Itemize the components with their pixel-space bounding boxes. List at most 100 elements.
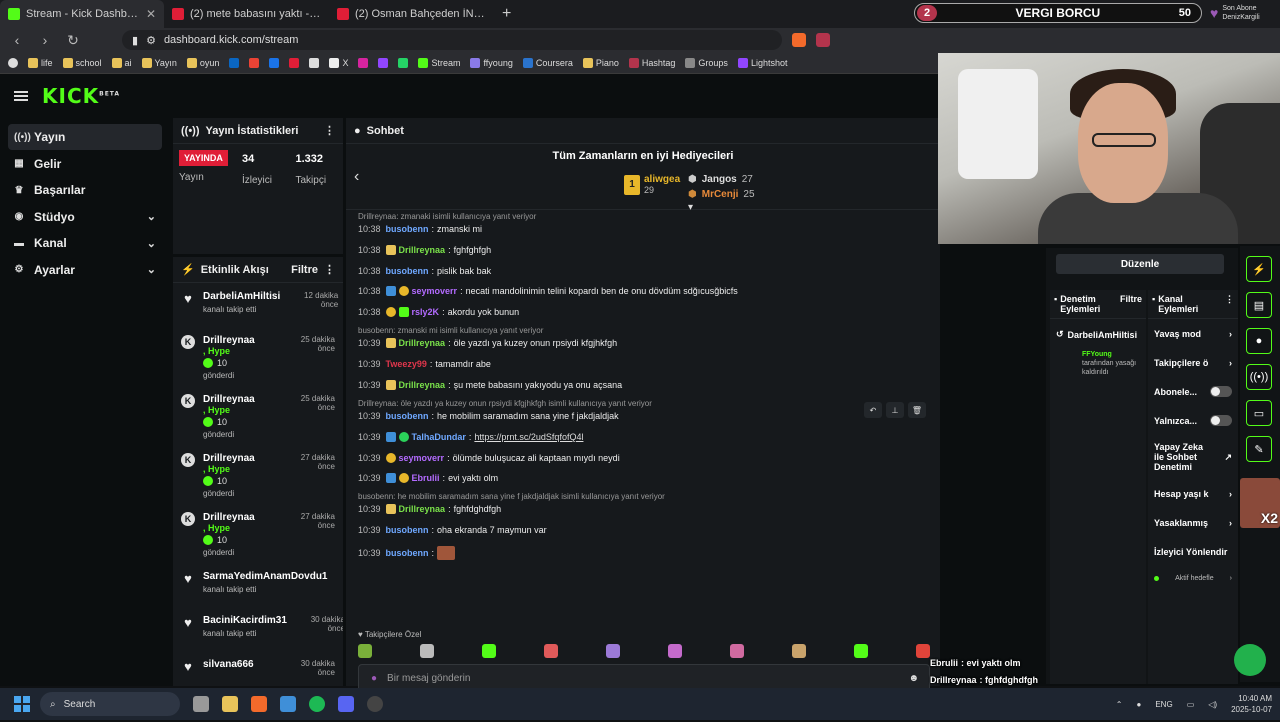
sidebar-item-kanal[interactable]: ▬ Kanal ⌄ bbox=[8, 230, 162, 256]
chat-message[interactable]: 10:39 Tweezy99: tamamdır abe bbox=[358, 359, 491, 369]
volume-icon[interactable]: ◁) bbox=[1208, 700, 1217, 709]
channel-action-item[interactable]: Abonele... bbox=[1148, 377, 1238, 406]
bookmark-whatsapp[interactable] bbox=[398, 57, 409, 68]
bookmark-ai[interactable]: ai bbox=[111, 57, 132, 68]
message-username[interactable]: TalhaDundar bbox=[412, 432, 466, 442]
message-username[interactable]: busobenn bbox=[386, 548, 429, 558]
chevron-left-icon[interactable]: ‹ bbox=[354, 168, 359, 186]
chat-message[interactable]: 10:38 seymoverr: necati mandolinimin telin… bbox=[358, 286, 738, 296]
windows-start-icon[interactable] bbox=[14, 696, 30, 712]
document-icon[interactable]: ▤ bbox=[1246, 292, 1272, 318]
bookmark-lightshot[interactable]: Lightshot bbox=[737, 57, 787, 68]
bookmark-instagram[interactable] bbox=[358, 57, 369, 68]
message-username[interactable]: Drillreynaa bbox=[399, 245, 446, 255]
bookmark-piano[interactable]: Piano bbox=[582, 57, 619, 68]
forward-arrow-icon[interactable]: › bbox=[36, 32, 54, 48]
message-username[interactable]: seymoverr bbox=[399, 453, 445, 463]
back-arrow-icon[interactable]: ‹ bbox=[8, 32, 26, 48]
channel-action-item[interactable]: İzleyici Yönlendir bbox=[1148, 537, 1238, 566]
sidebar-item-ayarlar[interactable]: ⚙ Ayarlar ⌄ bbox=[8, 257, 162, 283]
reload-icon[interactable]: ↻ bbox=[64, 32, 82, 49]
bookmark-linkedin[interactable] bbox=[229, 57, 240, 68]
lightning-icon[interactable]: ⚡ bbox=[1246, 256, 1272, 282]
chat-bubble-icon[interactable]: ● bbox=[1246, 328, 1272, 354]
brave-rewards-icon[interactable] bbox=[816, 33, 830, 47]
chat-message[interactable]: 10:39 TalhaDundar: https://prnt.sc/2udSfqf… bbox=[358, 432, 583, 442]
delete-icon[interactable]: 🗑 bbox=[908, 402, 926, 418]
emote-1[interactable] bbox=[358, 644, 372, 658]
channel-action-item[interactable]: Yalnızca... bbox=[1148, 406, 1238, 435]
emote-10[interactable] bbox=[916, 644, 930, 658]
chat-message[interactable]: 10:39 Drillreynaa: fghfdghdfgh bbox=[358, 504, 501, 514]
emote-4[interactable] bbox=[544, 644, 558, 658]
message-username[interactable]: busobenn bbox=[386, 411, 429, 421]
bookmark-google[interactable] bbox=[8, 57, 18, 68]
clock[interactable]: 10:40 AM 2025-10-07 bbox=[1231, 693, 1272, 715]
language-indicator[interactable]: ENG bbox=[1155, 700, 1172, 709]
emote-8[interactable] bbox=[792, 644, 806, 658]
chat-message[interactable]: 10:39 busobenn: he mobilim saramadım sana … bbox=[358, 411, 619, 421]
bookmark-school[interactable]: school bbox=[62, 57, 102, 68]
chat-message[interactable]: 10:39 Ebrulii: evi yaktı olm bbox=[358, 473, 498, 483]
sidebar-item-gelir[interactable]: ▦ Gelir bbox=[8, 151, 162, 177]
mail-app-icon[interactable] bbox=[280, 696, 296, 712]
bookmark-gmail[interactable] bbox=[249, 57, 260, 68]
bookmark-oyun[interactable]: oyun bbox=[186, 57, 219, 68]
tools-icon[interactable]: ✎ bbox=[1246, 436, 1272, 462]
tab-youtube-1[interactable]: (2) mete babasını yaktı - YouTube bbox=[164, 0, 329, 28]
active-goals-item[interactable]: Aktif hedefle › bbox=[1148, 566, 1238, 590]
message-link[interactable]: https://prnt.sc/2udSfqfofQ4l bbox=[474, 432, 583, 442]
chat-message[interactable]: 10:39 busobenn: bbox=[358, 546, 456, 560]
print-icon[interactable]: ▭ bbox=[1246, 400, 1272, 426]
chat-message[interactable]: 10:39 Drillreynaa: şu mete babasını yakıyo… bbox=[358, 380, 622, 390]
microphone-icon[interactable]: ● bbox=[371, 673, 377, 684]
more-options-icon[interactable]: ⋮ bbox=[324, 263, 335, 276]
bookmark-kick[interactable]: Stream bbox=[418, 57, 460, 68]
bookmark-life[interactable]: life bbox=[28, 57, 53, 68]
channel-action-item[interactable]: Takipçilere ö › bbox=[1148, 348, 1238, 377]
chat-message[interactable]: 10:38 rsly2K: akordu yok bunun bbox=[358, 307, 519, 317]
hamburger-menu-icon[interactable] bbox=[14, 91, 28, 101]
chat-message[interactable]: 10:38 Drillreynaa: fghfghfgh bbox=[358, 245, 491, 255]
message-username[interactable]: Drillreynaa bbox=[399, 380, 446, 390]
kick-logo[interactable]: KICKBETA bbox=[42, 84, 120, 108]
channel-action-item[interactable]: Yapay Zeka ile Sohbet Denetimi ↗ bbox=[1148, 435, 1238, 479]
chat-message[interactable]: 10:38 busobenn: pislik bak bak bbox=[358, 266, 491, 276]
chat-message[interactable]: 10:39 seymoverr: ölümde buluşucaz ali kapt… bbox=[358, 453, 620, 463]
emote-9[interactable] bbox=[854, 644, 868, 658]
edit-layout-button[interactable]: Düzenle bbox=[1056, 254, 1224, 274]
more-options-icon[interactable]: ⋮ bbox=[324, 124, 335, 137]
brave-shield-icon[interactable] bbox=[792, 33, 806, 47]
emote-7[interactable] bbox=[730, 644, 744, 658]
message-username[interactable]: busobenn bbox=[386, 525, 429, 535]
emote-5[interactable] bbox=[606, 644, 620, 658]
chevron-up-icon[interactable]: ⌃ bbox=[1116, 700, 1123, 709]
toggle-switch[interactable] bbox=[1210, 415, 1232, 426]
network-icon[interactable]: ▭ bbox=[1187, 700, 1195, 709]
reply-icon[interactable]: ↶ bbox=[864, 402, 882, 418]
bookmark-yayin[interactable]: Yayın bbox=[141, 57, 177, 68]
bookmark-hashtag[interactable]: Hashtag bbox=[628, 57, 675, 68]
bookmark-icon[interactable]: ▮ bbox=[132, 34, 138, 47]
spotify-app-icon[interactable] bbox=[309, 696, 325, 712]
message-username[interactable]: Tweezy99 bbox=[386, 359, 427, 369]
sidebar-item-studyo[interactable]: ◉ Stüdyo ⌄ bbox=[8, 204, 162, 230]
bookmark-youtube[interactable] bbox=[289, 57, 300, 68]
channel-action-item[interactable]: Yasaklanmış › bbox=[1148, 508, 1238, 537]
site-info-icon[interactable]: ⚙ bbox=[146, 34, 156, 47]
channel-action-item[interactable]: Hesap yaşı k › bbox=[1148, 479, 1238, 508]
mod-filter-button[interactable]: Filtre bbox=[1120, 294, 1142, 304]
microphone-icon[interactable]: ● bbox=[1137, 700, 1142, 709]
more-options-icon[interactable]: ⋮ bbox=[1225, 294, 1234, 304]
close-icon[interactable]: ✕ bbox=[146, 7, 156, 21]
message-username[interactable]: Drillreynaa bbox=[399, 338, 446, 348]
explorer-app-icon[interactable] bbox=[193, 696, 209, 712]
emote-3[interactable] bbox=[482, 644, 496, 658]
message-username[interactable]: Drillreynaa bbox=[399, 504, 446, 514]
tab-kick-dashboard[interactable]: Stream - Kick Dashboard ✕ bbox=[0, 0, 164, 28]
toggle-switch[interactable] bbox=[1210, 386, 1232, 397]
message-username[interactable]: busobenn bbox=[386, 266, 429, 276]
emoji-icon[interactable]: ☻ bbox=[908, 673, 919, 684]
chat-message[interactable]: 10:38 busobenn: zmanski mi bbox=[358, 224, 482, 234]
new-tab-button[interactable]: + bbox=[494, 5, 519, 23]
